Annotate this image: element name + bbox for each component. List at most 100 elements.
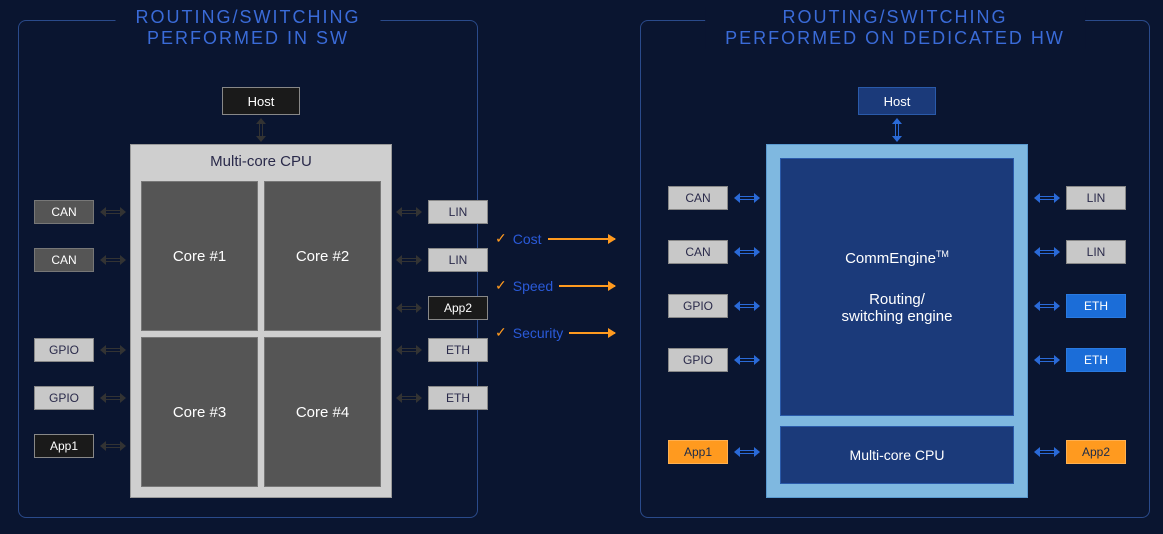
port-label: LIN	[449, 253, 468, 267]
bidir-arrow-icon	[734, 299, 760, 313]
port-label: LIN	[1087, 191, 1106, 205]
bidir-arrow-v-icon	[254, 118, 268, 142]
comparison-middle: ✓ Cost ✓ Speed ✓ Security	[495, 230, 615, 371]
title-line1: ROUTING/SWITCHING	[782, 7, 1007, 27]
port-chip-can: CAN	[668, 240, 728, 264]
port-chip-can: CAN	[34, 248, 94, 272]
arrow-right-icon	[548, 238, 615, 240]
port-chip-lin: LIN	[428, 200, 488, 224]
port-label: CAN	[51, 253, 76, 267]
engine-desc-l1: Routing/	[869, 291, 925, 308]
port-label: CAN	[685, 245, 710, 259]
port-chip-app1: App1	[668, 440, 728, 464]
bidir-arrow-icon	[734, 191, 760, 205]
bidir-arrow-icon	[734, 245, 760, 259]
cpu-title: Multi-core CPU	[131, 145, 391, 174]
mid-row-cost: ✓ Cost	[495, 230, 615, 247]
port-label: ETH	[446, 391, 470, 405]
port-label: LIN	[449, 205, 468, 219]
port-label: GPIO	[49, 391, 79, 405]
port-chip-lin: LIN	[1066, 186, 1126, 210]
port-label: ETH	[1084, 299, 1108, 313]
mid-row-speed: ✓ Speed	[495, 277, 615, 294]
port-chip-eth: ETH	[428, 338, 488, 362]
check-icon: ✓	[495, 324, 507, 341]
comm-engine-box: CommEngineTM Routing/ switching engine	[780, 158, 1014, 416]
port-chip-eth: ETH	[1066, 294, 1126, 318]
port-label: GPIO	[683, 299, 713, 313]
multi-core-cpu-hw: Multi-core CPU	[780, 426, 1014, 484]
port-chip-can: CAN	[668, 186, 728, 210]
port-label: GPIO	[683, 353, 713, 367]
port-chip-can: CAN	[34, 200, 94, 224]
bidir-arrow-icon	[396, 205, 422, 219]
port-label: App1	[50, 439, 78, 453]
host-label: Host	[884, 94, 911, 109]
bidir-arrow-icon	[1034, 445, 1060, 459]
bidir-arrow-icon	[734, 353, 760, 367]
port-label: GPIO	[49, 343, 79, 357]
core-2: Core #2	[264, 181, 381, 331]
bidir-arrow-v-icon	[890, 118, 904, 142]
panel-sw-title: ROUTING/SWITCHING PERFORMED IN SW	[116, 7, 381, 49]
port-chip-eth: ETH	[1066, 348, 1126, 372]
core-4: Core #4	[264, 337, 381, 487]
host-box-sw: Host	[222, 87, 300, 115]
port-chip-gpio: GPIO	[34, 338, 94, 362]
mc-cpu-label: Multi-core CPU	[850, 447, 945, 463]
port-chip-app2: App2	[1066, 440, 1126, 464]
core-grid: Core #1 Core #2 Core #3 Core #4	[141, 181, 381, 487]
port-label: ETH	[446, 343, 470, 357]
core-3: Core #3	[141, 337, 258, 487]
port-chip-gpio: GPIO	[668, 294, 728, 318]
bidir-arrow-icon	[100, 391, 126, 405]
port-label: App2	[444, 301, 472, 315]
bidir-arrow-icon	[396, 301, 422, 315]
bidir-arrow-icon	[100, 343, 126, 357]
bidir-arrow-icon	[396, 391, 422, 405]
port-chip-eth: ETH	[428, 386, 488, 410]
bidir-arrow-icon	[396, 343, 422, 357]
port-label: CAN	[685, 191, 710, 205]
host-box-hw: Host	[858, 87, 936, 115]
bidir-arrow-icon	[100, 253, 126, 267]
port-label: CAN	[51, 205, 76, 219]
port-chip-lin: LIN	[428, 248, 488, 272]
check-icon: ✓	[495, 277, 507, 294]
title-line2: PERFORMED IN SW	[136, 28, 361, 49]
arrow-right-icon	[559, 285, 615, 287]
port-chip-gpio: GPIO	[668, 348, 728, 372]
cpu-frame-sw: Multi-core CPU Core #1 Core #2 Core #3 C…	[130, 144, 392, 498]
bidir-arrow-icon	[1034, 299, 1060, 313]
arrow-right-icon	[569, 332, 615, 334]
bidir-arrow-icon	[100, 205, 126, 219]
tm-mark: TM	[936, 249, 949, 259]
core-1: Core #1	[141, 181, 258, 331]
mid-label: Security	[513, 325, 564, 341]
port-label: App1	[684, 445, 712, 459]
bidir-arrow-icon	[1034, 353, 1060, 367]
port-chip-lin: LIN	[1066, 240, 1126, 264]
port-label: ETH	[1084, 353, 1108, 367]
title-line2: PERFORMED ON DEDICATED HW	[725, 28, 1065, 49]
engine-desc-l2: switching engine	[842, 308, 953, 325]
port-chip-gpio: GPIO	[34, 386, 94, 410]
bidir-arrow-icon	[1034, 191, 1060, 205]
mid-row-security: ✓ Security	[495, 324, 615, 341]
port-chip-app1: App1	[34, 434, 94, 458]
port-label: LIN	[1087, 245, 1106, 259]
panel-hw-title: ROUTING/SWITCHING PERFORMED ON DEDICATED…	[705, 7, 1085, 49]
engine-name-row: CommEngineTM	[845, 249, 949, 267]
mid-label: Speed	[513, 278, 553, 294]
bidir-arrow-icon	[100, 439, 126, 453]
port-chip-app2: App2	[428, 296, 488, 320]
bidir-arrow-icon	[396, 253, 422, 267]
bidir-arrow-icon	[1034, 245, 1060, 259]
host-label: Host	[248, 94, 275, 109]
title-line1: ROUTING/SWITCHING	[136, 7, 361, 27]
port-label: App2	[1082, 445, 1110, 459]
mid-label: Cost	[513, 231, 542, 247]
check-icon: ✓	[495, 230, 507, 247]
engine-name: CommEngine	[845, 250, 936, 267]
bidir-arrow-icon	[734, 445, 760, 459]
